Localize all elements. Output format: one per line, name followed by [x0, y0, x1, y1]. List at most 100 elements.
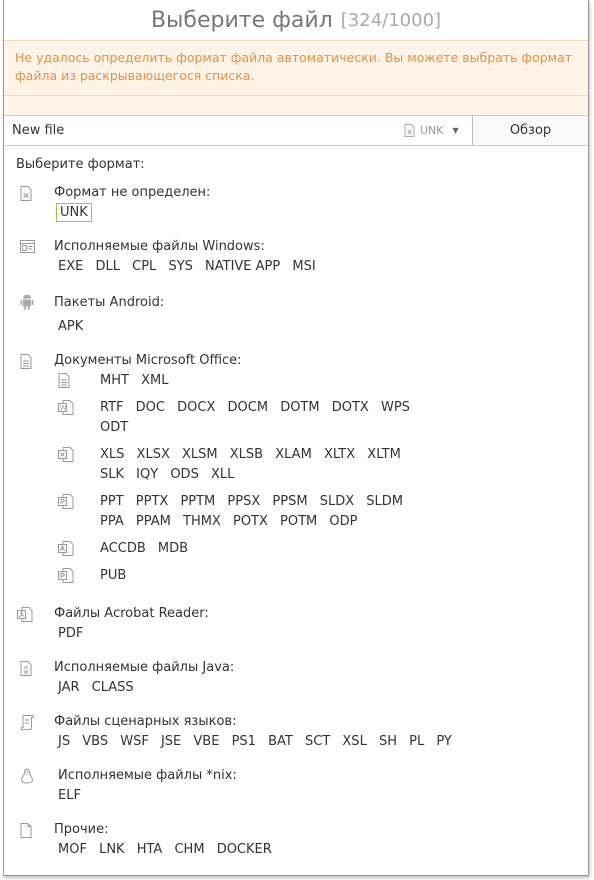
ext-option[interactable]: MSI	[292, 259, 315, 274]
ext-option[interactable]: XLTM	[367, 447, 401, 462]
ext-option[interactable]: SLDX	[320, 494, 354, 509]
ext-option[interactable]: ODP	[329, 514, 357, 529]
office-subgroup-access: ACCDB MDB	[58, 539, 576, 566]
group-nix: Исполняемые файлы *nix: ELF	[16, 766, 576, 820]
ext-option[interactable]: POTM	[280, 514, 317, 529]
ext-option[interactable]: SCT	[305, 734, 330, 749]
ext-option[interactable]: HTA	[137, 842, 163, 857]
dialog-title: Выберите файл [324/1000]	[4, 0, 588, 40]
ext-option[interactable]: DOC	[136, 400, 165, 415]
ext-option[interactable]: THMX	[183, 514, 221, 529]
browse-button[interactable]: Обзор	[472, 116, 588, 145]
group-office: Документы Microsoft Office: MHT XML W RT…	[16, 351, 576, 604]
document-icon	[58, 373, 70, 388]
ext-option[interactable]: JSE	[161, 734, 181, 749]
choose-format-label: Выберите формат:	[16, 157, 145, 172]
ext-option[interactable]: PPAM	[136, 514, 171, 529]
android-icon	[20, 295, 34, 311]
office-subgroup-publisher: PUB	[58, 566, 576, 604]
ext-option[interactable]: SLDM	[366, 494, 403, 509]
filename-field[interactable]: New file	[4, 116, 400, 145]
excel-icon	[58, 447, 74, 462]
ext-option[interactable]: XLSB	[230, 447, 263, 462]
ext-list: RTF DOC DOCX DOCM DOTM DOTX WPS ODT	[100, 398, 420, 438]
ext-option[interactable]: PPT	[100, 494, 124, 509]
publisher-icon	[58, 568, 74, 583]
linux-icon	[20, 768, 34, 784]
ext-option[interactable]: ODT	[100, 420, 128, 435]
ext-option[interactable]: RTF	[100, 400, 124, 415]
format-dropdown[interactable]: UNK ▼	[400, 116, 472, 145]
office-subgroup-web: MHT XML	[58, 371, 576, 398]
ext-option[interactable]: NATIVE APP	[205, 259, 280, 274]
ext-option[interactable]: VBE	[193, 734, 219, 749]
group-unknown: Формат не определен: UNK	[16, 183, 576, 237]
ext-option[interactable]: PL	[409, 734, 424, 749]
ext-option[interactable]: MHT	[100, 373, 129, 388]
ext-option[interactable]: PS1	[232, 734, 256, 749]
ext-option[interactable]: DOTM	[280, 400, 319, 415]
ext-option[interactable]: CLASS	[92, 680, 134, 695]
ext-option[interactable]: BAT	[268, 734, 293, 749]
ext-option[interactable]: WSF	[120, 734, 149, 749]
office-subgroup-word: W RTF DOC DOCX DOCM DOTM DOTX WPS ODT	[58, 398, 576, 445]
ext-option[interactable]: SH	[379, 734, 397, 749]
ext-option[interactable]: DLL	[95, 259, 120, 274]
ext-option[interactable]: VBS	[82, 734, 108, 749]
ext-option[interactable]: XLSX	[137, 447, 170, 462]
format-list: Выберите формат: Формат не определен: UN…	[4, 146, 588, 860]
ext-option[interactable]: ACCDB	[100, 541, 146, 556]
ext-option[interactable]: DOTX	[332, 400, 369, 415]
ext-option[interactable]: PPSM	[272, 494, 307, 509]
ext-option[interactable]: PDF	[58, 626, 83, 641]
group-android: Пакеты Android: APK	[16, 293, 576, 351]
ext-option[interactable]: XLL	[211, 467, 234, 482]
ext-option[interactable]: XML	[141, 373, 168, 388]
ext-list: EXE DLL CPL SYS NATIVE APP MSI	[58, 257, 576, 277]
ext-option[interactable]: DOCM	[228, 400, 269, 415]
ext-option[interactable]: XLTX	[324, 447, 355, 462]
ext-option[interactable]: ELF	[58, 788, 81, 803]
format-warning: Не удалось определить формат файла автом…	[4, 40, 588, 96]
chevron-down-icon: ▼	[452, 126, 459, 135]
ext-option[interactable]: SYS	[168, 259, 192, 274]
group-title: Пакеты Android:	[54, 295, 165, 310]
group-script: Файлы сценарных языков: JS VBS WSF JSE V…	[16, 712, 576, 766]
ext-list: JAR CLASS	[58, 678, 576, 698]
group-java: Исполняемые файлы Java: JAR CLASS	[16, 658, 576, 712]
ext-option[interactable]: PPTM	[180, 494, 215, 509]
ext-option[interactable]: EXE	[58, 259, 83, 274]
ext-list: PDF	[58, 624, 576, 644]
ext-list: ELF	[58, 786, 576, 806]
ext-option[interactable]: LNK	[99, 842, 125, 857]
ext-option[interactable]: WPS	[381, 400, 410, 415]
ext-option[interactable]: PY	[436, 734, 452, 749]
ext-list: PUB	[100, 566, 420, 586]
ext-option[interactable]: PUB	[100, 568, 126, 583]
ext-option[interactable]: XLS	[100, 447, 124, 462]
ext-option[interactable]: CHM	[174, 842, 204, 857]
ext-option[interactable]: PPSX	[227, 494, 260, 509]
ext-option[interactable]: XSL	[342, 734, 366, 749]
ext-option[interactable]: DOCX	[177, 400, 215, 415]
group-title: Исполняемые файлы Java:	[54, 660, 235, 675]
ext-option[interactable]: POTX	[233, 514, 268, 529]
script-icon	[20, 715, 34, 730]
ext-option[interactable]: DOCKER	[217, 842, 272, 857]
ext-option[interactable]: SLK	[100, 467, 124, 482]
ext-option[interactable]: APK	[58, 319, 83, 334]
ext-option[interactable]: CPL	[132, 259, 156, 274]
ext-option[interactable]: PPTX	[136, 494, 169, 509]
ext-option[interactable]: IQY	[136, 467, 158, 482]
ext-option[interactable]: ODS	[170, 467, 199, 482]
ext-option[interactable]: MDB	[158, 541, 188, 556]
ext-option[interactable]: PPA	[100, 514, 124, 529]
ext-option[interactable]: UNK	[56, 203, 92, 222]
ext-list: ACCDB MDB	[100, 539, 420, 559]
ext-option[interactable]: JAR	[58, 680, 80, 695]
ext-option[interactable]: JS	[58, 734, 70, 749]
ext-option[interactable]: XLSM	[182, 447, 218, 462]
ext-option[interactable]: MOF	[58, 842, 87, 857]
unknown-file-icon	[404, 124, 415, 137]
ext-option[interactable]: XLAM	[275, 447, 312, 462]
